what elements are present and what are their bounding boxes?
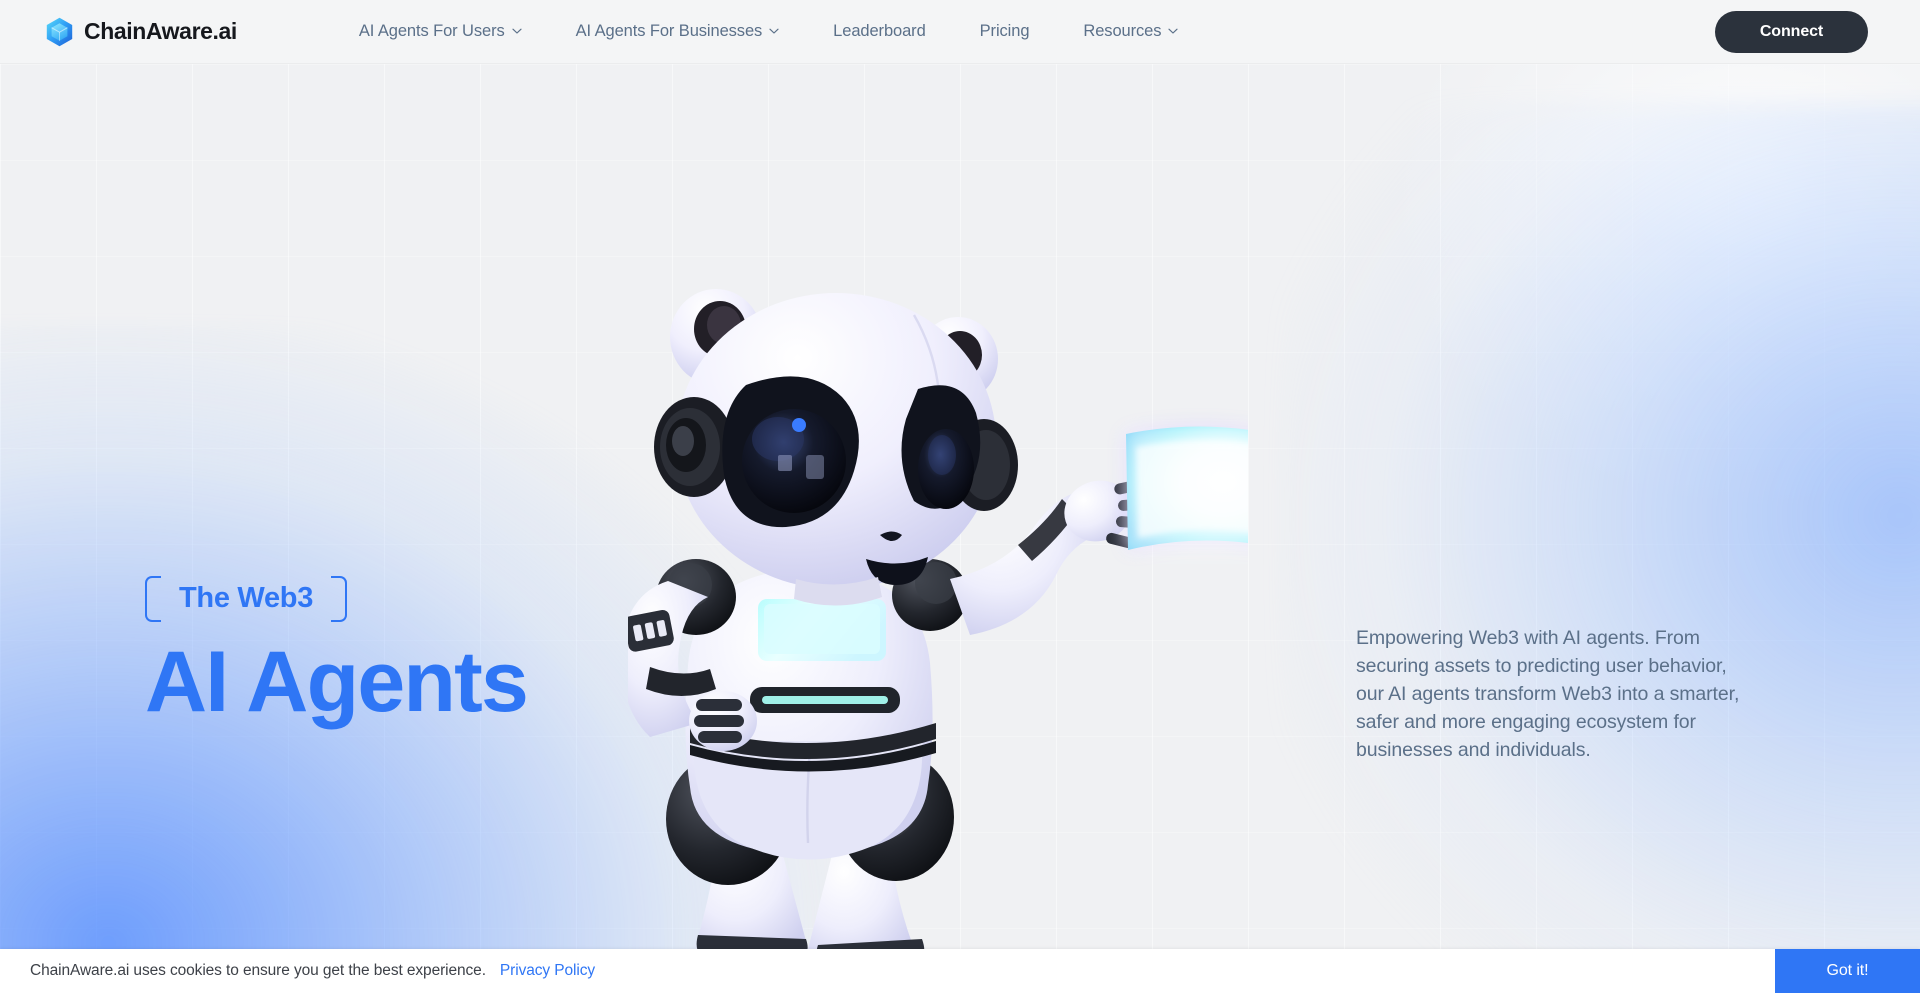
hero-section: The Web3 AI Agents Empowering Web3 with … — [0, 64, 1920, 993]
bracket-left-icon — [145, 575, 161, 622]
nav-item-ai-agents-for-businesses[interactable]: AI Agents For Businesses — [549, 22, 807, 41]
nav-label: AI Agents For Businesses — [575, 22, 763, 40]
page-title: AI Agents — [145, 634, 529, 730]
cookie-consent-banner: ChainAware.ai uses cookies to ensure you… — [0, 949, 1920, 993]
chevron-down-icon — [769, 26, 779, 36]
hero-headline-block: The Web3 AI Agents — [145, 575, 529, 730]
brand-name: ChainAware.ai — [84, 18, 237, 44]
nav-item-ai-agents-for-users[interactable]: AI Agents For Users — [332, 22, 549, 41]
privacy-policy-link[interactable]: Privacy Policy — [500, 962, 595, 980]
chevron-down-icon — [512, 26, 522, 36]
nav-label: Pricing — [979, 22, 1030, 40]
hero-description: Empowering Web3 with AI agents. From sec… — [1356, 627, 1740, 762]
nav-item-pricing[interactable]: Pricing — [953, 22, 1057, 41]
background-glow-top-right — [1400, 64, 1920, 504]
main-nav: AI Agents For Users AI Agents For Busine… — [332, 22, 1205, 41]
background-glow-right — [1280, 104, 1920, 993]
brand-logo[interactable]: ChainAware.ai — [46, 17, 237, 47]
cookie-message: ChainAware.ai uses cookies to ensure you… — [30, 962, 486, 979]
nav-item-leaderboard[interactable]: Leaderboard — [806, 22, 952, 41]
nav-label: Leaderboard — [833, 22, 926, 40]
chevron-down-icon — [1168, 26, 1178, 36]
nav-label: AI Agents For Users — [358, 22, 505, 40]
background-grid — [0, 64, 1920, 993]
nav-label: Resources — [1083, 22, 1162, 40]
connect-wallet-button[interactable]: Connect — [1715, 11, 1868, 53]
cookie-accept-button[interactable]: Got it! — [1775, 949, 1920, 993]
hero-robot-illustration — [628, 229, 1248, 989]
nav-item-resources[interactable]: Resources — [1056, 22, 1205, 41]
hex-cube-icon — [46, 17, 73, 47]
page-root: ChainAware.ai AI Agents For Users AI Age… — [0, 0, 1920, 993]
hero-eyebrow-text: The Web3 — [179, 582, 314, 614]
bracket-right-icon — [331, 575, 348, 622]
hero-eyebrow: The Web3 — [145, 575, 348, 622]
site-header: ChainAware.ai AI Agents For Users AI Age… — [0, 0, 1920, 64]
